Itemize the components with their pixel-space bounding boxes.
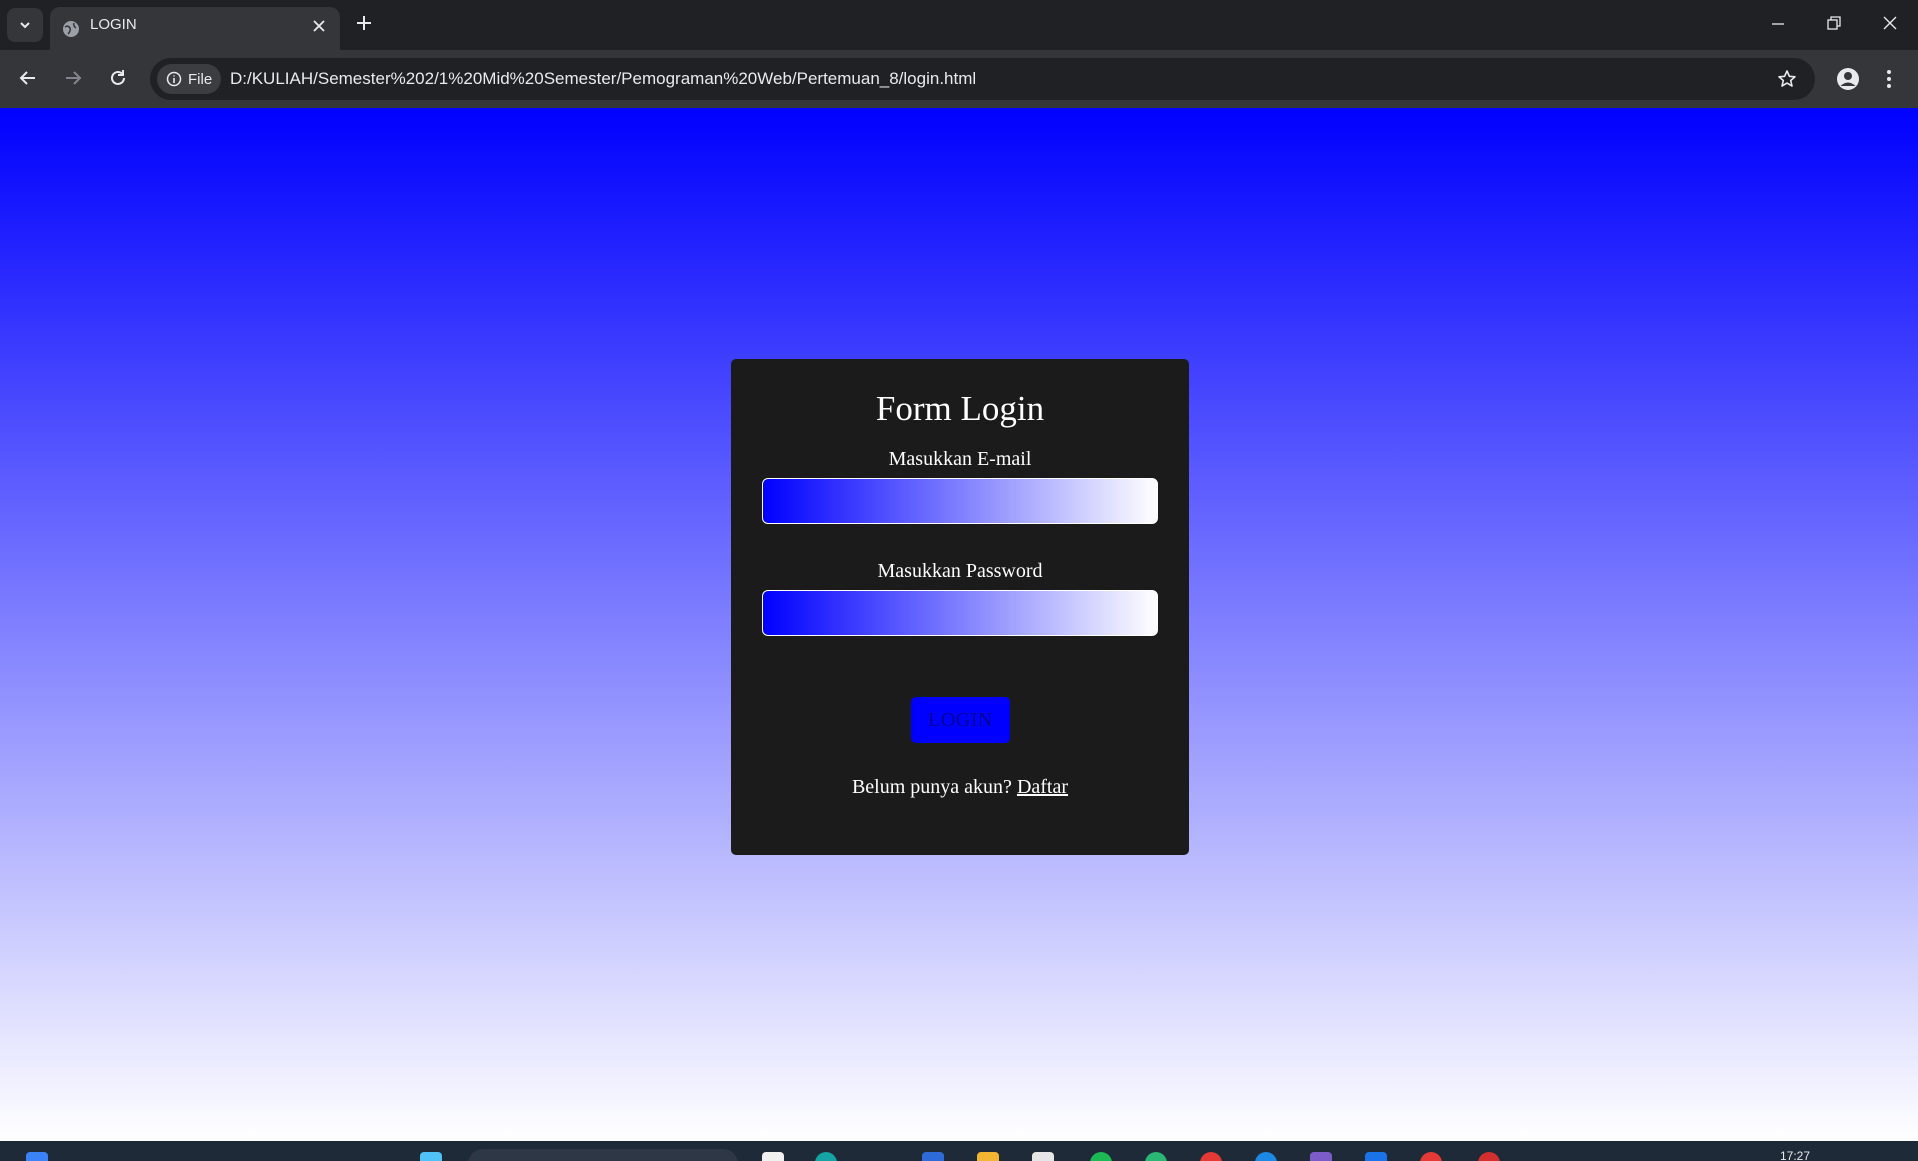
app-icon[interactable] (1478, 1152, 1500, 1161)
password-label: Masukkan Password (877, 560, 1043, 582)
email-label: Masukkan E-mail (888, 448, 1032, 470)
globe-icon (63, 21, 79, 37)
reload-icon[interactable] (108, 68, 128, 88)
form-title: Form Login (875, 389, 1045, 428)
tab-strip: LOGIN (0, 0, 1918, 50)
login-button[interactable]: LOGIN (911, 697, 1010, 743)
profile-icon[interactable] (1836, 67, 1860, 91)
url-text[interactable]: D:/KULIAH/Semester%202/1%20Mid%20Semeste… (230, 58, 976, 100)
browser-tab[interactable]: LOGIN (50, 7, 340, 50)
site-info-chip[interactable]: File (157, 64, 221, 94)
kebab-menu-icon[interactable] (1885, 68, 1893, 90)
restore-icon[interactable] (1826, 14, 1842, 34)
start-icon[interactable] (420, 1152, 442, 1161)
chevron-down-icon (20, 22, 30, 29)
browser-toolbar: File D:/KULIAH/Semester%202/1%20Mid%20Se… (0, 50, 1918, 108)
register-text: Belum punya akun? Daftar (731, 775, 1189, 799)
register-link[interactable]: Daftar (1017, 776, 1068, 798)
app-icon[interactable] (1090, 1152, 1112, 1161)
app-icon[interactable] (1032, 1152, 1054, 1161)
forward-icon[interactable] (63, 68, 83, 88)
app-icon[interactable] (1255, 1152, 1277, 1161)
folder-icon[interactable] (977, 1152, 999, 1161)
address-bar[interactable]: File D:/KULIAH/Semester%202/1%20Mid%20Se… (150, 58, 1815, 100)
taskbar-search[interactable] (468, 1149, 738, 1161)
info-icon (166, 71, 182, 87)
app-icon[interactable] (1200, 1152, 1222, 1161)
app-icon[interactable] (922, 1152, 944, 1161)
site-info-label: File (188, 70, 213, 88)
email-field[interactable] (762, 478, 1158, 524)
login-card: Form Login Masukkan E-mail Masukkan Pass… (731, 359, 1189, 855)
taskbar-clock[interactable]: 17:27 (1780, 1149, 1810, 1161)
back-icon[interactable] (18, 68, 38, 88)
app-icon[interactable] (1145, 1152, 1167, 1161)
close-icon[interactable] (312, 19, 326, 33)
star-icon[interactable] (1777, 69, 1797, 89)
page-viewport: Form Login Masukkan E-mail Masukkan Pass… (0, 108, 1918, 1141)
app-icon[interactable] (1420, 1152, 1442, 1161)
app-icon[interactable] (1365, 1152, 1387, 1161)
register-prompt: Belum punya akun? (851, 776, 1017, 798)
taskbar: 17:27 (0, 1141, 1918, 1161)
app-icon[interactable] (1310, 1152, 1332, 1161)
tab-search-button[interactable] (7, 8, 43, 42)
widgets-icon[interactable] (26, 1152, 48, 1161)
app-icon[interactable] (815, 1152, 837, 1161)
minimize-icon[interactable] (1770, 14, 1786, 34)
window-close-icon[interactable] (1882, 14, 1898, 34)
password-field[interactable] (762, 590, 1158, 636)
plus-icon[interactable] (355, 14, 373, 32)
app-icon[interactable] (762, 1152, 784, 1161)
tab-title: LOGIN (90, 16, 137, 33)
